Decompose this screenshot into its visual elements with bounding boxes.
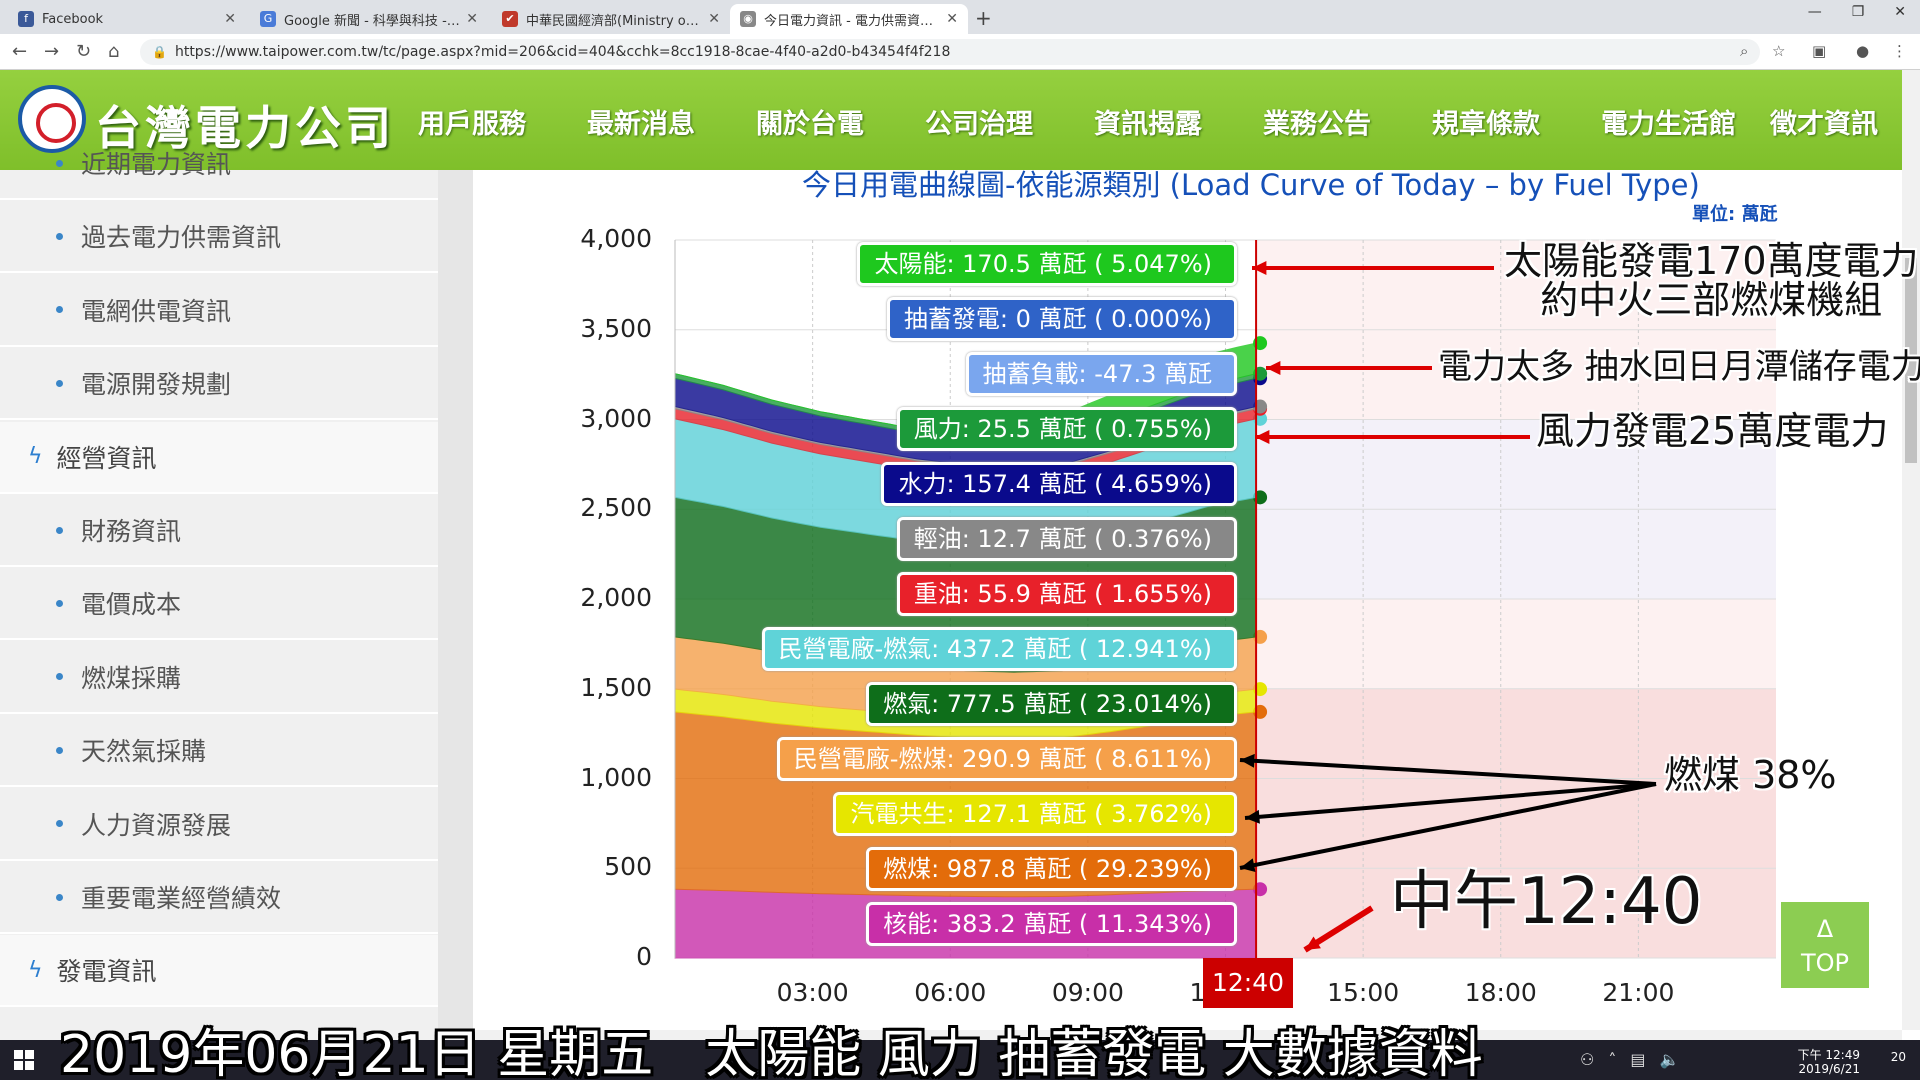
y-tick-label: 2,000 — [580, 583, 652, 612]
people-icon[interactable]: ⚇ — [1580, 1050, 1594, 1069]
fuel-label: 民營電廠-燃煤: 290.9 萬瓩 ( 8.611%) — [776, 737, 1237, 781]
fuel-label: 重油: 55.9 萬瓩 ( 1.655%) — [896, 572, 1237, 616]
notification-icon[interactable]: 20 — [1891, 1050, 1906, 1064]
annotation-noon: 中午12:40 — [1390, 865, 1703, 939]
notification-count: 20 — [1890, 1050, 1906, 1064]
x-tick-label: 15:00 — [1327, 978, 1400, 1007]
y-tick-label: 3,500 — [580, 313, 652, 343]
y-tick-label: 4,000 — [580, 224, 652, 253]
y-tick-label: 3,000 — [580, 403, 652, 433]
clock-time: 下午 12:49 — [1797, 1048, 1860, 1062]
annotation-solar: 太陽能發電170萬度電力 約中火三部燃煤機組 — [1504, 242, 1919, 320]
clock-date: 2019/6/21 — [1798, 1062, 1860, 1076]
network-icon[interactable]: ▤ — [1630, 1050, 1645, 1069]
current-time-marker: 12:40 — [1203, 958, 1293, 1008]
annotation-wind: 風力發電25萬度電力 — [1536, 409, 1889, 453]
clock[interactable]: 下午 12:49 2019/6/21 — [1798, 1048, 1860, 1076]
annotation-coal: 燃煤 38% — [1664, 753, 1837, 797]
fuel-label: 太陽能: 170.5 萬瓩 ( 5.047%) — [857, 242, 1237, 286]
fuel-label: 風力: 25.5 萬瓩 ( 0.755%) — [896, 407, 1237, 451]
annotation-pump: 電力太多 抽水回日月潭儲存電力 — [1438, 347, 1920, 387]
fuel-label: 民營電廠-燃氣: 437.2 萬瓩 ( 12.941%) — [761, 627, 1237, 671]
windows-start-icon[interactable] — [14, 1050, 34, 1070]
fuel-label: 抽蓄發電: 0 萬瓩 ( 0.000%) — [886, 297, 1237, 341]
volume-icon[interactable]: 🔈 — [1659, 1050, 1679, 1069]
chart-title: 今日用電曲線圖-依能源類別 (Load Curve of Today – by … — [802, 168, 1700, 202]
x-tick-label: 09:00 — [1051, 978, 1124, 1007]
top-label: TOP — [1800, 949, 1850, 977]
video-caption: 2019年06月21日 星期五 太陽能 風力 抽蓄發電 大數據資料 — [60, 1025, 1483, 1085]
fuel-label: 燃煤: 987.8 萬瓩 ( 29.239%) — [866, 847, 1237, 891]
x-tick-label: 03:00 — [776, 978, 849, 1007]
y-tick-label: 500 — [604, 852, 652, 882]
y-tick-label: 1,500 — [580, 672, 652, 702]
x-tick-label: 21:00 — [1602, 978, 1675, 1007]
y-tick-label: 2,500 — [580, 493, 652, 523]
back-to-top-button[interactable]: Δ TOP — [1781, 902, 1869, 988]
fuel-label: 燃氣: 777.5 萬瓩 ( 23.014%) — [866, 682, 1237, 726]
y-tick-label: 0 — [636, 942, 652, 971]
annotation-solar-line2: 約中火三部燃煤機組 — [1540, 277, 1883, 322]
fuel-label: 抽蓄負載: -47.3 萬瓩 — [965, 352, 1237, 396]
fuel-label: 輕油: 12.7 萬瓩 ( 0.376%) — [896, 517, 1237, 561]
chart-unit: 單位: 萬瓩 — [1692, 204, 1778, 225]
x-tick-label: 18:00 — [1464, 978, 1537, 1007]
tray-icons: ⚇ ˄ ▤ 🔈 — [1580, 1050, 1679, 1069]
fuel-label: 水力: 157.4 萬瓩 ( 4.659%) — [881, 462, 1237, 506]
x-tick-label: 06:00 — [914, 978, 987, 1007]
fuel-label: 汽電共生: 127.1 萬瓩 ( 3.762%) — [833, 792, 1237, 836]
up-arrow-icon: Δ — [1816, 915, 1834, 943]
annotation-solar-line1: 太陽能發電170萬度電力 — [1504, 239, 1919, 283]
tray-chevron-icon[interactable]: ˄ — [1608, 1050, 1616, 1069]
y-tick-label: 1,000 — [580, 762, 652, 792]
fuel-label: 核能: 383.2 萬瓩 ( 11.343%) — [866, 902, 1237, 946]
